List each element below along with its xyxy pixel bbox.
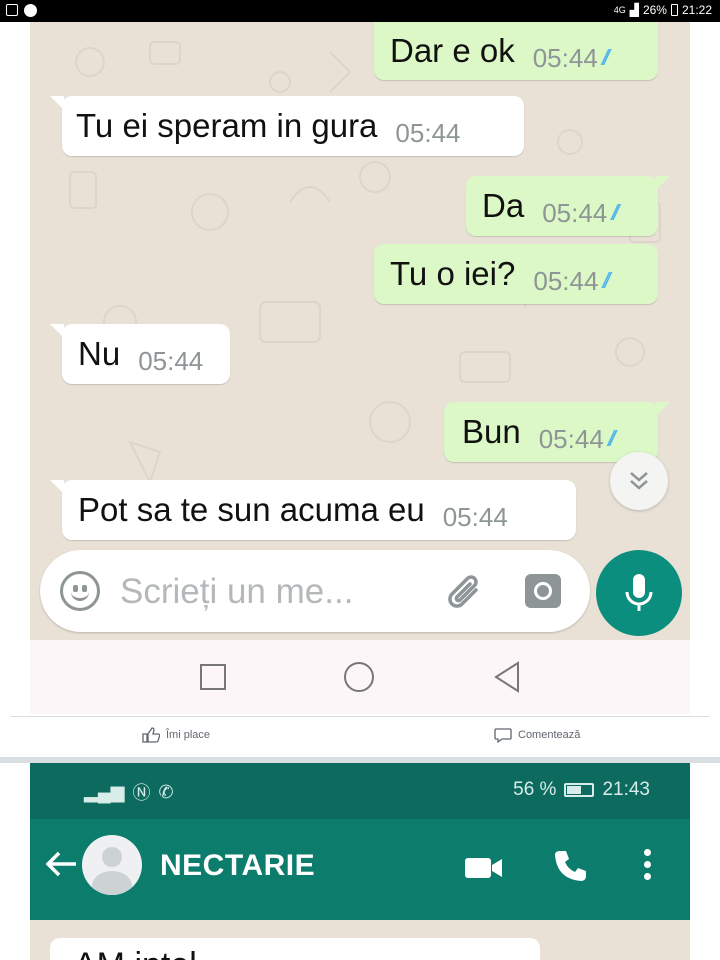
status-bar: 4G ▟ 26% 21:22 — [0, 0, 720, 22]
message-incoming[interactable]: AM intel... — [50, 938, 540, 960]
video-call-icon[interactable] — [464, 855, 504, 881]
comment-label: Comentează — [518, 729, 581, 741]
attach-icon[interactable] — [448, 572, 484, 612]
comment-icon — [494, 728, 512, 743]
home-button[interactable] — [344, 662, 374, 692]
comment-button[interactable]: Comentează — [494, 727, 580, 743]
message-time: 05:44 — [538, 423, 604, 454]
message-outgoing[interactable]: Tu o iei? 05:44 // — [374, 244, 658, 304]
contact-name[interactable]: NECTARIE — [160, 849, 315, 883]
scroll-to-bottom-button[interactable] — [610, 452, 668, 510]
double-chevron-down-icon — [630, 472, 648, 490]
more-options-icon[interactable] — [644, 849, 652, 885]
message-time: 05:44 — [138, 345, 204, 376]
battery-label: 56 % — [513, 779, 557, 800]
contact-avatar[interactable] — [82, 835, 142, 895]
emoji-icon[interactable] — [60, 571, 100, 611]
message-incoming[interactable]: Nu 05:44 — [50, 324, 230, 384]
back-arrow-icon[interactable] — [44, 849, 78, 879]
message-input[interactable]: Scrieți un me... — [120, 572, 353, 612]
message-text: Da — [482, 187, 525, 224]
messenger-icon — [24, 4, 37, 17]
message-time: 05:44 — [542, 197, 608, 228]
signal-label: 4G — [613, 5, 626, 15]
battery-icon — [670, 4, 678, 16]
message-text: Tu ei speram in gura — [76, 107, 378, 144]
post-actions: Îmi place Comentează — [0, 717, 720, 757]
phone-call-icon[interactable] — [552, 849, 588, 885]
second-chat-area: AM intel... — [30, 920, 690, 960]
like-button[interactable]: Îmi place — [142, 727, 210, 743]
voice-message-button[interactable] — [596, 550, 682, 636]
message-time: 05:44 — [442, 501, 508, 532]
android-nav-bar — [30, 640, 690, 714]
message-incoming[interactable]: Pot sa te sun acuma eu 05:44 — [50, 480, 576, 540]
back-triangle-icon[interactable] — [492, 660, 522, 694]
message-composer[interactable]: Scrieți un me... — [40, 550, 590, 632]
second-status-bar: ▂▄▆ Ⓝ ✆ 56 % 21:43 — [30, 763, 690, 819]
nfc-icon: Ⓝ — [132, 783, 151, 803]
message-text: Dar e ok — [390, 32, 515, 69]
battery-icon — [564, 783, 595, 797]
page: 4G ▟ 26% 21:22 Dar e ok 05:44 / — [0, 0, 720, 960]
chat-area[interactable]: Dar e ok 05:44 // Tu ei speram in gura 0… — [30, 22, 690, 640]
camera-icon[interactable] — [525, 574, 561, 608]
signal-icon: ▂▄▆ — [84, 781, 125, 802]
gallery-icon — [6, 4, 18, 16]
recent-apps-button[interactable] — [200, 664, 226, 690]
microphone-icon — [625, 574, 653, 611]
message-time: 05:44 — [532, 42, 598, 73]
like-label: Îmi place — [166, 729, 211, 741]
message-time: 05:44 — [395, 117, 461, 148]
chat-header: NECTARIE — [30, 819, 690, 920]
message-text: Pot sa te sun acuma eu — [78, 491, 425, 528]
message-outgoing[interactable]: Dar e ok 05:44 // — [374, 22, 658, 80]
message-text: AM intel... — [74, 946, 225, 960]
message-text: Nu — [78, 335, 121, 372]
message-outgoing[interactable]: Da 05:44 // — [466, 176, 670, 236]
message-time: 05:44 — [533, 265, 599, 296]
message-outgoing[interactable]: Bun 05:44 // — [444, 402, 670, 462]
clock: 21:22 — [681, 3, 712, 17]
call-icon: ✆ — [158, 781, 174, 802]
thumbs-up-icon — [142, 727, 160, 743]
message-text: Bun — [462, 413, 521, 450]
battery-label: 26% — [642, 3, 667, 17]
message-incoming[interactable]: Tu ei speram in gura 05:44 — [50, 96, 524, 156]
signal-icon: ▟ — [629, 3, 639, 17]
clock: 21:43 — [602, 779, 650, 800]
message-text: Tu o iei? — [390, 255, 516, 292]
